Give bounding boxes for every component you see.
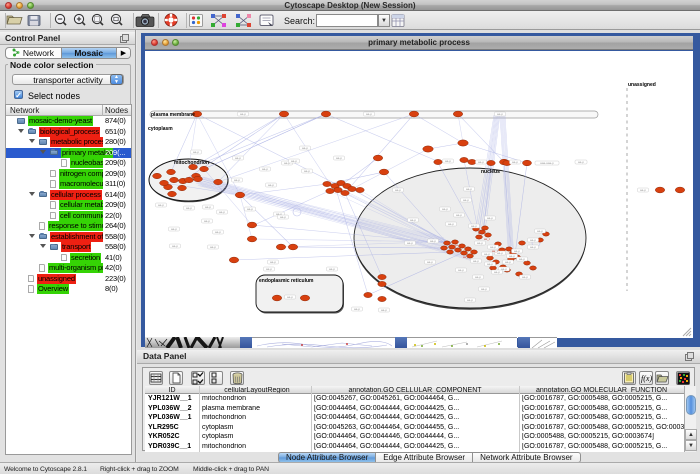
svg-text:aa-p: aa-p — [467, 298, 473, 302]
svg-text:nucleus: nucleus — [481, 169, 500, 175]
svg-text:aa-p: aa-p — [430, 239, 436, 243]
svg-text:ax_r: ax_r — [484, 237, 490, 241]
svg-text:aa-p: aa-p — [395, 188, 401, 192]
svg-text:ax_r: ax_r — [478, 231, 484, 235]
svg-text:aa-p: aa-p — [354, 307, 360, 311]
svg-text:aa-p: aa-p — [270, 260, 276, 264]
svg-text:aa-p: aa-p — [235, 156, 241, 160]
svg-text:aa-p: aa-p — [410, 218, 416, 222]
svg-text:aa-p: aa-p — [481, 287, 487, 291]
svg-text:aa-p: aa-p — [530, 238, 536, 242]
svg-text:aa-p: aa-p — [172, 244, 178, 248]
svg-text:aa-p: aa-p — [640, 188, 646, 192]
svg-text:aa-p: aa-p — [484, 252, 490, 256]
svg-text:aa-p: aa-p — [205, 205, 211, 209]
svg-text:aa-p: aa-p — [578, 160, 584, 164]
svg-text:aa-p: aa-p — [466, 187, 472, 191]
svg-text:aa-p: aa-p — [537, 229, 543, 233]
svg-text:aa-p: aa-p — [445, 159, 451, 163]
svg-text:aa-p: aa-p — [442, 207, 448, 211]
svg-text:aa-p: aa-p — [186, 206, 192, 210]
svg-text:aa-p: aa-p — [519, 257, 525, 261]
svg-text:aa-p: aa-p — [456, 213, 462, 217]
svg-text:aa-p: aa-p — [266, 267, 272, 271]
svg-text:aa-p: aa-p — [210, 245, 216, 249]
svg-text:aa-p: aa-p — [458, 268, 464, 272]
svg-text:aa-p: aa-p — [407, 241, 413, 245]
svg-text:aa-p: aa-p — [268, 183, 274, 187]
svg-text:aa-p: aa-p — [494, 270, 500, 274]
svg-text:aa-p: aa-p — [497, 112, 503, 116]
svg-text:aa-p: aa-p — [478, 160, 484, 164]
svg-text:aa-p: aa-p — [219, 210, 225, 214]
svg-text:ax_r: ax_r — [455, 243, 461, 247]
svg-text:aa-p: aa-p — [487, 262, 493, 266]
svg-text:aa-p: aa-p — [475, 275, 481, 279]
svg-text:aa-p: aa-p — [240, 112, 246, 116]
svg-text:aa-p: aa-p — [262, 167, 268, 171]
svg-text:aa-p: aa-p — [509, 254, 515, 258]
svg-text:aaa-aaa-p: aaa-aaa-p — [540, 161, 554, 165]
svg-text:aa-p: aa-p — [381, 308, 387, 312]
svg-text:aa-p: aa-p — [302, 146, 308, 150]
svg-text:aa-p: aa-p — [530, 245, 536, 249]
svg-text:ax_r: ax_r — [492, 249, 498, 253]
svg-text:aa-p: aa-p — [171, 227, 177, 231]
svg-text:aa-p: aa-p — [522, 275, 528, 279]
svg-text:ax_r: ax_r — [463, 255, 469, 259]
svg-text:aa-p: aa-p — [291, 159, 297, 163]
svg-text:aa-p: aa-p — [512, 160, 518, 164]
svg-text:aa-p: aa-p — [158, 203, 164, 207]
svg-text:f(x): f(x) — [641, 374, 652, 383]
svg-text:unassigned: unassigned — [628, 82, 656, 88]
svg-text:aa-p: aa-p — [193, 150, 199, 154]
svg-text:plasma membrane: plasma membrane — [151, 112, 195, 118]
svg-text:aa-p: aa-p — [336, 156, 342, 160]
svg-text:aa-p: aa-p — [477, 241, 483, 245]
svg-text:aa-p: aa-p — [473, 259, 479, 263]
svg-text:aa-p: aa-p — [329, 267, 335, 271]
svg-text:aa-p: aa-p — [487, 216, 493, 220]
svg-text:mitochondrion: mitochondrion — [174, 160, 209, 166]
svg-text:aa-p: aa-p — [280, 215, 286, 219]
svg-text:aa-p: aa-p — [366, 112, 372, 116]
svg-text:aa-p: aa-p — [448, 222, 454, 226]
svg-text:aa-p: aa-p — [234, 178, 240, 182]
svg-text:aa-p: aa-p — [505, 260, 511, 264]
svg-text:aa-p: aa-p — [304, 169, 310, 173]
svg-text:aa-p: aa-p — [215, 230, 221, 234]
svg-text:aa-p: aa-p — [204, 219, 210, 223]
svg-text:aa-p: aa-p — [427, 260, 433, 264]
svg-text:aa-p: aa-p — [514, 249, 520, 253]
svg-text:aa-p: aa-p — [463, 198, 469, 202]
svg-text:aa-p: aa-p — [247, 207, 253, 211]
svg-text:endoplasmic reticulum: endoplasmic reticulum — [259, 278, 314, 284]
svg-text:aa-p: aa-p — [287, 295, 293, 299]
svg-text:cytoplasm: cytoplasm — [148, 126, 173, 132]
svg-text:aa-p: aa-p — [471, 224, 477, 228]
svg-text:aa-p: aa-p — [497, 251, 503, 255]
